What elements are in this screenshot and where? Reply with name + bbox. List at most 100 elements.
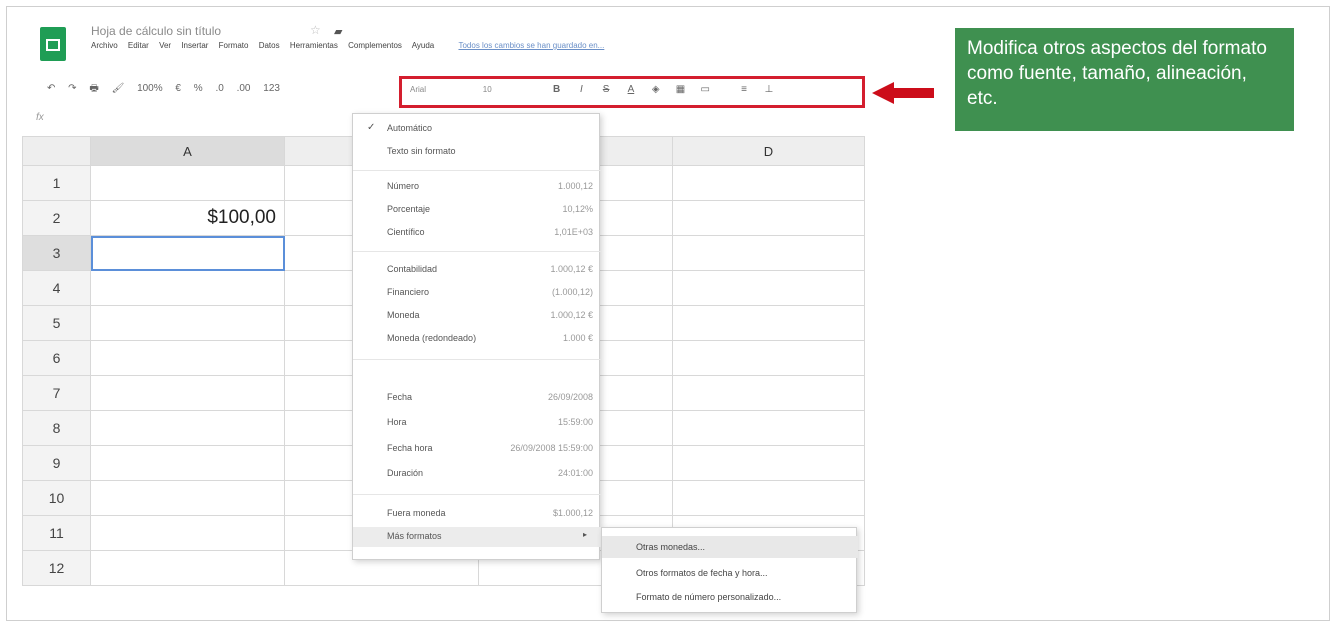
cell[interactable] (90, 445, 285, 481)
vertical-align-icon[interactable]: ⊥ (758, 84, 780, 95)
menu-item-moneda[interactable]: Moneda 1.000,12 € (353, 306, 601, 326)
select-all-corner[interactable] (22, 136, 91, 166)
menu-separator (353, 359, 601, 360)
menu-item-automatico[interactable]: ✓ Automático (353, 119, 601, 139)
cell[interactable] (672, 480, 865, 516)
menu-item-numero[interactable]: Número 1.000,12 (353, 177, 601, 197)
submenu-item-label: Otros formatos de fecha y hora... (636, 568, 768, 578)
cell[interactable] (672, 410, 865, 446)
save-status-link[interactable]: Todos los cambios se han guardado en... (458, 41, 604, 50)
cell[interactable] (90, 305, 285, 341)
menu-item-label: Hora (387, 417, 407, 427)
cell[interactable] (90, 340, 285, 376)
submenu-item-formato-personalizado[interactable]: Formato de número personalizado... (602, 586, 858, 608)
column-header-d[interactable]: D (672, 136, 865, 166)
cell[interactable] (90, 480, 285, 516)
menu-editar[interactable]: Editar (128, 41, 149, 50)
row-header-5[interactable]: 5 (22, 305, 91, 341)
print-icon[interactable]: 🖶 (89, 83, 98, 94)
menu-ver[interactable]: Ver (159, 41, 171, 50)
menu-item-fuera-moneda[interactable]: Fuera moneda $1.000,12 (353, 504, 601, 524)
menu-item-cientifico[interactable]: Científico 1,01E+03 (353, 223, 601, 243)
zoom-select[interactable]: 100% (137, 83, 163, 94)
row-header-9[interactable]: 9 (22, 445, 91, 481)
annotation-note: Modifica otros aspectos del formato como… (955, 28, 1294, 131)
cell-a2[interactable]: $100,00 (90, 200, 285, 236)
menu-item-contabilidad[interactable]: Contabilidad 1.000,12 € (353, 260, 601, 280)
cell[interactable] (672, 305, 865, 341)
cell[interactable] (90, 410, 285, 446)
menu-archivo[interactable]: Archivo (91, 41, 118, 50)
cell[interactable] (90, 515, 285, 551)
cell[interactable] (672, 165, 865, 201)
cell[interactable] (90, 165, 285, 201)
menu-item-porcentaje[interactable]: Porcentaje 10,12% (353, 200, 601, 220)
menu-item-label: Porcentaje (387, 204, 431, 214)
decrease-decimals-button[interactable]: .0 (215, 83, 223, 94)
cell[interactable] (672, 340, 865, 376)
row-header-8[interactable]: 8 (22, 410, 91, 446)
cell-a3-selected[interactable] (90, 235, 285, 271)
borders-icon[interactable]: ▦ (669, 84, 691, 95)
font-family-select[interactable]: Arial (410, 85, 480, 94)
menu-item-texto-sin-formato[interactable]: Texto sin formato (353, 142, 601, 162)
row-header-10[interactable]: 10 (22, 480, 91, 516)
cell[interactable] (90, 270, 285, 306)
column-header-a[interactable]: A (90, 136, 285, 166)
menu-item-hora[interactable]: Hora 15:59:00 (353, 413, 601, 433)
menu-item-financiero[interactable]: Financiero (1.000,12) (353, 283, 601, 303)
row-header-6[interactable]: 6 (22, 340, 91, 376)
font-size-select[interactable]: 10 (483, 85, 543, 94)
submenu-item-otras-monedas[interactable]: Otras monedas... (602, 536, 858, 558)
row-header-7[interactable]: 7 (22, 375, 91, 411)
horizontal-align-icon[interactable]: ≡ (733, 84, 755, 95)
text-color-button[interactable]: A (620, 84, 642, 95)
more-formats-button[interactable]: 123 (263, 83, 280, 94)
undo-icon[interactable]: ↶ (47, 83, 55, 94)
menu-item-mas-formatos[interactable]: Más formatos ▸ (353, 527, 601, 547)
cell[interactable] (672, 270, 865, 306)
cell[interactable] (90, 375, 285, 411)
row-header-3[interactable]: 3 (22, 235, 91, 271)
italic-button[interactable]: I (570, 84, 592, 95)
row-header-1[interactable]: 1 (22, 165, 91, 201)
bold-button[interactable]: B (546, 84, 568, 95)
cell[interactable] (90, 550, 285, 586)
row-header-11[interactable]: 11 (22, 515, 91, 551)
redo-icon[interactable]: ↷ (68, 83, 76, 94)
fill-color-icon[interactable]: ◈ (645, 84, 667, 95)
row-header-2[interactable]: 2 (22, 200, 91, 236)
menu-item-label: Moneda (redondeado) (387, 333, 477, 343)
cell[interactable] (672, 375, 865, 411)
folder-icon[interactable]: ▰ (334, 25, 342, 38)
merge-cells-icon[interactable]: ▭ (694, 84, 716, 95)
menu-item-fecha-hora[interactable]: Fecha hora 26/09/2008 15:59:00 (353, 439, 601, 459)
document-title[interactable]: Hoja de cálculo sin título (91, 24, 221, 38)
star-icon[interactable]: ☆ (310, 23, 321, 37)
increase-decimals-button[interactable]: .00 (237, 83, 251, 94)
menu-ayuda[interactable]: Ayuda (412, 41, 435, 50)
row-header-12[interactable]: 12 (22, 550, 91, 586)
cell[interactable] (672, 235, 865, 271)
menu-item-fecha[interactable]: Fecha 26/09/2008 (353, 388, 601, 408)
menu-insertar[interactable]: Insertar (181, 41, 208, 50)
cell[interactable] (672, 200, 865, 236)
menu-datos[interactable]: Datos (259, 41, 280, 50)
currency-format-button[interactable]: € (175, 83, 181, 94)
paint-format-icon[interactable]: 🖌 (112, 83, 125, 94)
cell[interactable] (672, 445, 865, 481)
menu-herramientas[interactable]: Herramientas (290, 41, 338, 50)
row-header-4[interactable]: 4 (22, 270, 91, 306)
menu-item-moneda-redondeado[interactable]: Moneda (redondeado) 1.000 € (353, 329, 601, 349)
menu-item-sample: 26/09/2008 15:59:00 (510, 443, 593, 453)
menu-complementos[interactable]: Complementos (348, 41, 402, 50)
submenu-item-otros-formatos-fecha[interactable]: Otros formatos de fecha y hora... (602, 562, 858, 584)
formula-bar-label: fx (36, 112, 44, 123)
menu-item-duracion[interactable]: Duración 24:01:00 (353, 464, 601, 484)
percent-format-button[interactable]: % (194, 83, 203, 94)
menu-item-label: Moneda (387, 310, 420, 320)
sheets-logo-icon[interactable] (40, 27, 66, 61)
strikethrough-button[interactable]: S (595, 84, 617, 95)
red-arrow-shaft (892, 88, 934, 98)
menu-formato[interactable]: Formato (219, 41, 249, 50)
